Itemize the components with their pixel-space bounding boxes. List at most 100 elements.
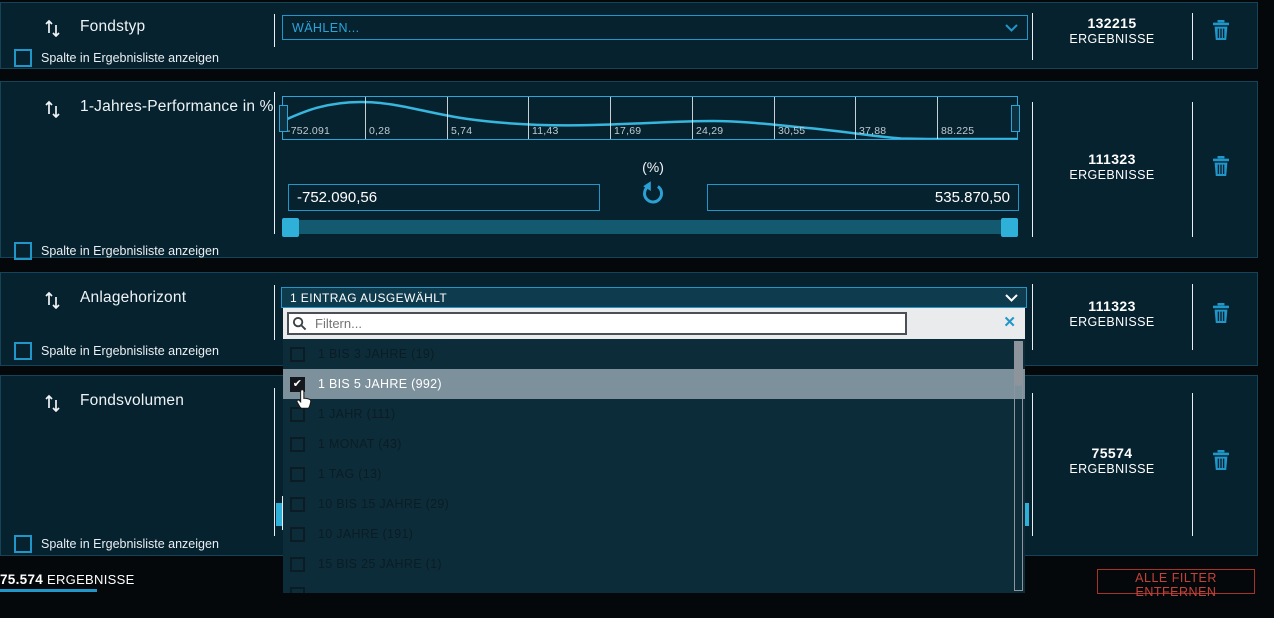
- checkbox-icon[interactable]: [290, 497, 305, 512]
- sort-icon[interactable]: [43, 98, 63, 118]
- checkbox-checked-icon[interactable]: ✔: [290, 377, 305, 392]
- dropdown-option[interactable]: 15 BIS 25 JAHRE (1): [283, 549, 1025, 579]
- dropdown-option-list: 1 BIS 3 JAHRE (19) ✔ 1 BIS 5 JAHRE (992)…: [283, 339, 1025, 593]
- total-results-link[interactable]: 75.574 ERGEBNISSE: [0, 572, 135, 587]
- fondstyp-select[interactable]: WÄHLEN...: [282, 15, 1028, 40]
- close-icon[interactable]: ✕: [1003, 313, 1016, 331]
- checkbox-icon[interactable]: [14, 342, 32, 360]
- option-label: 1 BIS 3 JAHRE (19): [318, 347, 435, 361]
- results-value: 111323: [1032, 298, 1192, 314]
- dropdown-option-selected[interactable]: ✔ 1 BIS 5 JAHRE (992): [283, 369, 1025, 399]
- results-count: 132215 ERGEBNISSE: [1032, 15, 1192, 47]
- total-results-value: 75.574: [0, 572, 43, 587]
- column-toggle-label: Spalte in Ergebnisliste anzeigen: [41, 51, 219, 65]
- option-label: 10 JAHRE (191): [318, 527, 413, 541]
- column-toggle[interactable]: Spalte in Ergebnisliste anzeigen: [14, 535, 219, 553]
- divider: [1192, 393, 1193, 536]
- divider: [274, 92, 275, 234]
- dropdown-option[interactable]: [283, 579, 1025, 593]
- dropdown-option[interactable]: 1 JAHR (111): [283, 399, 1025, 429]
- divider: [1192, 102, 1193, 237]
- hist-tick: 24,29: [696, 125, 723, 137]
- remove-filter-button[interactable]: [1209, 19, 1233, 43]
- remove-filter-button[interactable]: [1209, 449, 1233, 473]
- slider-handle-right[interactable]: [1001, 218, 1018, 237]
- option-label: 15 BIS 25 JAHRE (1): [318, 557, 442, 571]
- divider: [1192, 284, 1193, 350]
- results-value: 132215: [1032, 15, 1192, 31]
- dropdown-option[interactable]: 10 JAHRE (191): [283, 519, 1025, 549]
- fund-filter-panel: Fondstyp Spalte in Ergebnisliste anzeige…: [0, 0, 1274, 618]
- range-slider-track[interactable]: [282, 220, 1018, 234]
- results-label: ERGEBNISSE: [1032, 314, 1192, 330]
- option-label: 1 BIS 5 JAHRE (992): [318, 377, 442, 391]
- dropdown-filter-input[interactable]: [287, 312, 907, 335]
- column-toggle[interactable]: Spalte in Ergebnisliste anzeigen: [14, 242, 219, 260]
- min-value-input[interactable]: [288, 184, 600, 211]
- filter-label: Anlagehorizont: [80, 289, 186, 307]
- checkbox-icon[interactable]: [14, 242, 32, 260]
- hist-tick: 17,69: [614, 125, 641, 137]
- results-count: 75574 ERGEBNISSE: [1032, 445, 1192, 477]
- column-toggle-label: Spalte in Ergebnisliste anzeigen: [41, 344, 219, 358]
- column-toggle[interactable]: Spalte in Ergebnisliste anzeigen: [14, 49, 219, 67]
- dropdown-option[interactable]: 10 BIS 15 JAHRE (29): [283, 489, 1025, 519]
- active-underline: [0, 589, 97, 592]
- option-label: 1 JAHR (111): [318, 407, 395, 421]
- results-label: ERGEBNISSE: [1032, 167, 1192, 183]
- hist-tick: 88.225: [941, 125, 974, 137]
- checkbox-icon[interactable]: [14, 535, 32, 553]
- remove-filter-button[interactable]: [1209, 155, 1233, 179]
- results-value: 111323: [1032, 151, 1192, 167]
- scrollbar-thumb[interactable]: [1014, 341, 1023, 386]
- checkbox-icon[interactable]: [14, 49, 32, 67]
- column-toggle[interactable]: Spalte in Ergebnisliste anzeigen: [14, 342, 219, 360]
- checkbox-icon[interactable]: [290, 557, 305, 572]
- hist-tick: 5,74: [451, 125, 472, 137]
- chevron-down-icon: [1005, 291, 1018, 305]
- distribution-histogram: -752.091 0,28 5,74 11,43 17,69 24,29 30,…: [282, 96, 1018, 140]
- sort-icon[interactable]: [43, 289, 63, 309]
- hist-range-handle-right[interactable]: [1011, 105, 1020, 132]
- divider: [274, 14, 275, 47]
- option-label: 10 BIS 15 JAHRE (29): [318, 497, 449, 511]
- reset-range-icon[interactable]: [640, 180, 666, 206]
- anlagehorizont-select[interactable]: 1 EINTRAG AUSGEWÄHLT: [281, 287, 1027, 308]
- hist-range-handle-left[interactable]: [279, 105, 288, 132]
- results-count: 111323 ERGEBNISSE: [1032, 298, 1192, 330]
- hist-tick: 0,28: [369, 125, 390, 137]
- divider: [274, 388, 275, 536]
- dropdown-option[interactable]: 1 TAG (13): [283, 459, 1025, 489]
- max-value-input[interactable]: [707, 184, 1019, 211]
- hist-tick: 30,55: [778, 125, 805, 137]
- search-icon: [292, 316, 307, 336]
- results-label: ERGEBNISSE: [1032, 461, 1192, 477]
- checkbox-icon[interactable]: [290, 467, 305, 482]
- results-value: 75574: [1032, 445, 1192, 461]
- hist-tick: 11,43: [532, 125, 559, 137]
- slider-handle-left[interactable]: [282, 218, 299, 237]
- results-label: ERGEBNISSE: [1032, 31, 1192, 47]
- column-toggle-label: Spalte in Ergebnisliste anzeigen: [41, 537, 219, 551]
- dropdown-option[interactable]: 1 MONAT (43): [283, 429, 1025, 459]
- hist-tick: -752.091: [287, 125, 330, 137]
- option-label: 1 TAG (13): [318, 467, 382, 481]
- filter-row-fondstyp: Fondstyp Spalte in Ergebnisliste anzeige…: [0, 2, 1258, 69]
- dropdown-filter-bar: ✕: [283, 308, 1025, 339]
- filter-label: 1-Jahres-Performance in %: [80, 98, 274, 116]
- dropdown-option[interactable]: 1 BIS 3 JAHRE (19): [283, 339, 1025, 369]
- sort-icon[interactable]: [43, 17, 63, 37]
- checkbox-icon[interactable]: [290, 407, 305, 422]
- checkbox-icon[interactable]: [290, 527, 305, 542]
- select-placeholder: WÄHLEN...: [292, 21, 1005, 35]
- results-count: 111323 ERGEBNISSE: [1032, 151, 1192, 183]
- filter-row-performance: 1-Jahres-Performance in % -752.091 0,28 …: [0, 81, 1258, 258]
- checkbox-icon[interactable]: [290, 437, 305, 452]
- sort-icon[interactable]: [43, 392, 63, 412]
- checkbox-icon[interactable]: [290, 347, 305, 362]
- clear-all-filters-button[interactable]: ALLE FILTER ENTFERNEN: [1097, 569, 1255, 594]
- option-label: 1 MONAT (43): [318, 437, 402, 451]
- remove-filter-button[interactable]: [1209, 302, 1233, 326]
- checkbox-icon[interactable]: [290, 587, 305, 594]
- hist-tick: 37,88: [859, 125, 886, 137]
